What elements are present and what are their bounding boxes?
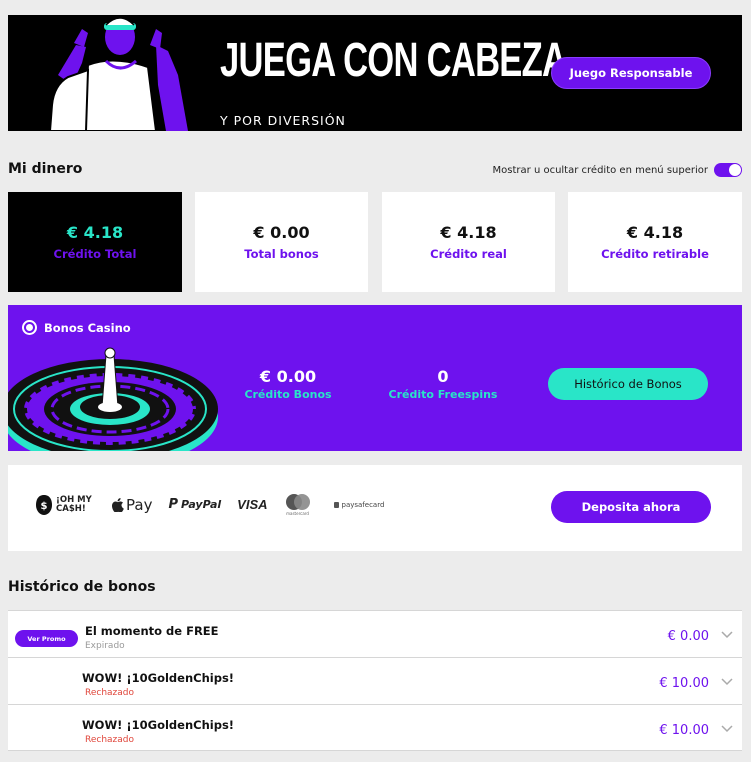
chevron-down-icon[interactable] — [720, 676, 734, 686]
bonus-amount: € 0.00 — [667, 629, 709, 644]
svg-text:$: $ — [41, 501, 48, 512]
banner-subtitle: Y POR DIVERSIÓN — [220, 113, 346, 128]
total-credit-amount: € 4.18 — [66, 223, 124, 243]
casino-bonus-title: Bonos Casino — [44, 320, 131, 335]
mastercard-icon — [285, 494, 310, 510]
casino-logo-icon — [22, 320, 37, 335]
bonus-credit-label: Crédito Bonos — [244, 388, 332, 401]
view-promo-button[interactable]: Ver Promo — [15, 630, 78, 647]
bonus-history-list: Ver Promo El momento de FREE Expirado € … — [8, 610, 742, 751]
total-bonus-card: € 0.00 Total bonos — [195, 192, 368, 292]
bonus-name: El momento de FREE — [85, 624, 219, 638]
bonus-status: Rechazado — [85, 735, 135, 745]
bonus-name: WOW! ¡10GoldenChips! — [82, 718, 235, 732]
responsible-gaming-button[interactable]: Juego Responsable — [551, 57, 711, 89]
bonus-history-button[interactable]: Histórico de Bonos — [548, 368, 708, 400]
paypal-icon: P — [168, 497, 178, 512]
payment-methods-panel: $ ¡OH MY CA$H! Pay P PayPal VISA masterc… — [8, 465, 742, 551]
credit-visibility-label: Mostrar u ocultar crédito en menú superi… — [492, 164, 708, 176]
bonus-amount: € 10.00 — [659, 723, 709, 738]
applepay-text: Pay — [126, 495, 153, 514]
roulette-illustration — [8, 347, 218, 451]
paysafecard-text: paysafecard — [341, 500, 385, 509]
withdrawable-credit-label: Crédito retirable — [601, 246, 709, 261]
total-credit-label: Crédito Total — [53, 246, 137, 261]
list-item: WOW! ¡10GoldenChips! Rechazado € 10.00 — [8, 704, 742, 751]
bonus-status: Rechazado — [85, 688, 135, 698]
credit-visibility-row: Mostrar u ocultar crédito en menú superi… — [493, 163, 742, 177]
ohmycash-icon: $ — [36, 494, 52, 515]
player-illustration — [48, 17, 188, 131]
withdrawable-credit-card: € 4.18 Crédito retirable — [568, 192, 742, 292]
banner-title: JUEGA CON CABEZA — [220, 34, 567, 87]
total-bonus-amount: € 0.00 — [253, 223, 310, 243]
paysafecard-logo: paysafecard — [333, 500, 385, 509]
apple-icon — [112, 497, 124, 512]
deposit-button[interactable]: Deposita ahora — [551, 491, 711, 523]
bonus-credit-stat: € 0.00 Crédito Bonos — [233, 367, 343, 401]
casino-bonus-header: Bonos Casino — [22, 320, 131, 335]
bonus-amount: € 10.00 — [659, 676, 709, 691]
real-credit-amount: € 4.18 — [440, 223, 497, 243]
mastercard-text: mastercard — [286, 511, 309, 516]
list-item: Ver Promo El momento de FREE Expirado € … — [8, 610, 742, 657]
freespins-amount: 0 — [437, 367, 449, 386]
total-credit-card: € 4.18 Crédito Total — [8, 192, 182, 292]
bonus-history-title: Histórico de bonos — [8, 579, 156, 595]
bonus-name: WOW! ¡10GoldenChips! — [82, 671, 235, 685]
total-bonus-label: Total bonos — [244, 246, 319, 261]
bonus-status: Expirado — [85, 641, 125, 651]
responsible-gaming-banner: JUEGA CON CABEZA Y POR DIVERSIÓN Juego R… — [8, 15, 742, 131]
paypal-text: PayPal — [180, 498, 222, 511]
real-credit-label: Crédito real — [430, 246, 507, 261]
applepay-logo: Pay — [112, 496, 152, 514]
visa-logo: VISA — [237, 497, 267, 512]
freespins-label: Crédito Freespins — [388, 388, 498, 401]
ohmycash-text: ¡OH MY CA$H! — [56, 494, 92, 514]
credit-visibility-toggle[interactable] — [714, 163, 742, 177]
money-section-title: Mi dinero — [8, 161, 83, 177]
bonus-credit-amount: € 0.00 — [259, 367, 317, 386]
paypal-logo: P PayPal — [168, 497, 221, 512]
mastercard-logo: mastercard — [284, 493, 312, 516]
payment-logos: $ ¡OH MY CA$H! Pay P PayPal VISA masterc… — [35, 493, 384, 516]
lock-icon — [333, 501, 339, 508]
withdrawable-credit-amount: € 4.18 — [626, 223, 684, 243]
list-item: WOW! ¡10GoldenChips! Rechazado € 10.00 — [8, 657, 742, 704]
real-credit-card: € 4.18 Crédito real — [382, 192, 555, 292]
visa-text: VISA — [237, 497, 268, 512]
casino-bonus-panel: Bonos Casino € 0.00 Crédito Bonos 0 Créd… — [8, 305, 742, 451]
freespins-stat: 0 Crédito Freespins — [378, 367, 508, 401]
chevron-down-icon[interactable] — [720, 723, 734, 733]
chevron-down-icon[interactable] — [720, 629, 734, 639]
ohmycash-logo: $ ¡OH MY CA$H! — [35, 494, 96, 516]
